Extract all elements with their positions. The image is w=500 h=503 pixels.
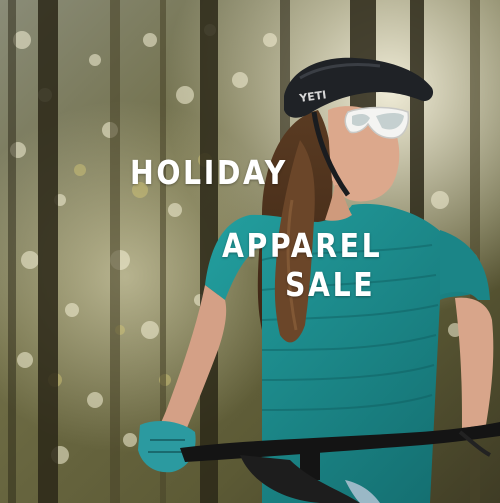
headline-holiday: HOLIDAY (130, 153, 288, 192)
headline-apparel: APPAREL (222, 226, 383, 265)
headline-sale: SALE (285, 265, 376, 304)
promo-banner[interactable]: YETI HOLIDAY APPAREL SALE (0, 0, 500, 503)
